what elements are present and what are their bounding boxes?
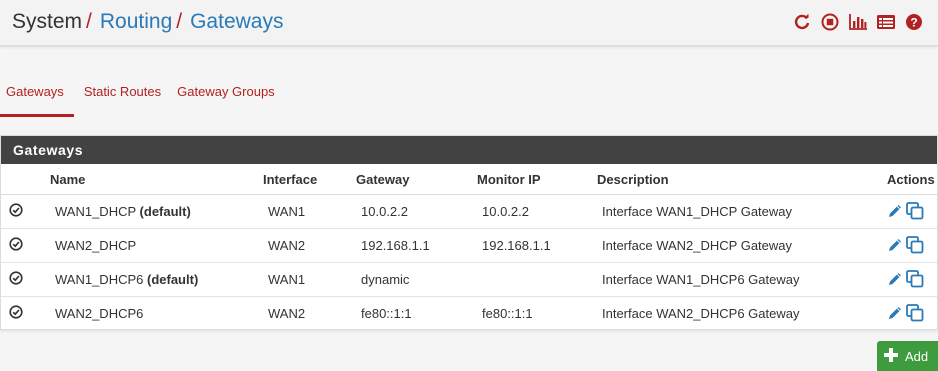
column-header-interface[interactable]: Interface bbox=[263, 164, 356, 195]
table-row: WAN1_DHCP (default) WAN1 10.0.2.2 10.0.2… bbox=[1, 194, 937, 229]
edit-pencil-icon[interactable] bbox=[887, 305, 903, 321]
check-circle-icon bbox=[9, 203, 23, 220]
gateways-table: Name Interface Gateway Monitor IP Descri… bbox=[1, 164, 937, 330]
check-circle-icon bbox=[9, 271, 23, 288]
gateways-panel: Gateways Name Interface Gateway Monitor … bbox=[0, 135, 938, 330]
check-circle-icon bbox=[9, 305, 23, 322]
cell-monitor-ip: 10.0.2.2 bbox=[477, 194, 597, 229]
gateway-name: WAN1_DHCP bbox=[55, 204, 136, 219]
cell-name: WAN1_DHCP6 (default) bbox=[50, 262, 263, 297]
copy-icon[interactable] bbox=[905, 235, 925, 255]
breadcrumb: System / Routing / Gateways bbox=[12, 8, 283, 36]
reload-icon[interactable] bbox=[792, 12, 812, 32]
copy-icon[interactable] bbox=[905, 303, 925, 323]
add-button[interactable]: Add bbox=[877, 341, 938, 371]
cell-name: WAN2_DHCP6 bbox=[50, 297, 263, 331]
stop-icon[interactable] bbox=[820, 12, 840, 32]
add-button-label: Add bbox=[905, 348, 929, 364]
list-icon[interactable] bbox=[876, 12, 896, 32]
column-header-gateway[interactable]: Gateway bbox=[356, 164, 477, 195]
status-cell bbox=[1, 194, 50, 229]
cell-interface: WAN1 bbox=[263, 262, 356, 297]
gateway-name: WAN2_DHCP6 bbox=[55, 306, 144, 321]
cell-monitor-ip: 192.168.1.1 bbox=[477, 228, 597, 263]
breadcrumb-system: System bbox=[12, 10, 83, 33]
column-header-status bbox=[1, 164, 50, 195]
breadcrumb-separator: / bbox=[86, 10, 92, 33]
edit-pencil-icon[interactable] bbox=[887, 271, 903, 287]
table-row: WAN1_DHCP6 (default) WAN1 dynamic Interf… bbox=[1, 262, 937, 297]
cell-gateway: 10.0.2.2 bbox=[356, 194, 477, 229]
cell-gateway: dynamic bbox=[356, 262, 477, 297]
help-icon[interactable]: ? bbox=[904, 12, 924, 32]
tab-bar: Gateways Static Routes Gateway Groups bbox=[0, 78, 285, 117]
copy-icon[interactable] bbox=[905, 269, 925, 289]
cell-gateway: fe80::1:1 bbox=[361, 306, 412, 321]
column-header-name[interactable]: Name bbox=[50, 164, 263, 195]
status-cell bbox=[1, 228, 50, 263]
header-icons: ? bbox=[792, 12, 924, 32]
check-circle-icon bbox=[9, 237, 23, 254]
cell-actions bbox=[887, 297, 937, 331]
page-header: System / Routing / Gateways ? bbox=[0, 0, 938, 46]
edit-pencil-icon[interactable] bbox=[887, 237, 903, 253]
column-header-monitor-ip[interactable]: Monitor IP bbox=[477, 164, 597, 195]
tab-static-routes[interactable]: Static Routes bbox=[78, 78, 171, 114]
cell-actions bbox=[887, 228, 937, 263]
cell-interface: WAN1 bbox=[263, 194, 356, 229]
cell-name: WAN1_DHCP (default) bbox=[50, 194, 263, 229]
bar-chart-icon[interactable] bbox=[848, 12, 868, 32]
cell-interface: WAN2 bbox=[263, 228, 356, 263]
breadcrumb-routing[interactable]: Routing bbox=[100, 10, 172, 33]
svg-text:?: ? bbox=[910, 16, 917, 30]
cell-description: Interface WAN2_DHCP Gateway bbox=[597, 228, 887, 263]
cell-monitor-ip: fe80::1:1 bbox=[482, 306, 533, 321]
cell-actions bbox=[887, 194, 937, 229]
tab-gateway-groups[interactable]: Gateway Groups bbox=[171, 78, 285, 114]
status-cell bbox=[1, 262, 50, 297]
gateway-name: WAN2_DHCP bbox=[55, 238, 137, 253]
table-row: WAN2_DHCP WAN2 192.168.1.1 192.168.1.1 I… bbox=[1, 228, 937, 263]
breadcrumb-gateways[interactable]: Gateways bbox=[190, 10, 283, 33]
column-header-description[interactable]: Description bbox=[597, 164, 887, 195]
cell-description: Interface WAN2_DHCP6 Gateway bbox=[602, 306, 800, 321]
cell-monitor-ip bbox=[477, 262, 597, 297]
cell-interface: WAN2 bbox=[268, 306, 306, 321]
cell-name: WAN2_DHCP bbox=[50, 228, 263, 263]
column-header-actions: Actions bbox=[887, 164, 937, 195]
plus-icon bbox=[883, 347, 899, 366]
default-flag: (default) bbox=[147, 272, 199, 287]
tab-gateways[interactable]: Gateways bbox=[0, 78, 74, 117]
table-header-row: Name Interface Gateway Monitor IP Descri… bbox=[1, 164, 937, 195]
default-flag: (default) bbox=[139, 204, 191, 219]
panel-title: Gateways bbox=[1, 136, 937, 164]
breadcrumb-separator: / bbox=[176, 10, 183, 33]
cell-description: Interface WAN1_DHCP6 Gateway bbox=[597, 262, 887, 297]
cell-description: Interface WAN1_DHCP Gateway bbox=[597, 194, 887, 229]
copy-icon[interactable] bbox=[905, 201, 925, 221]
table-row: WAN2_DHCP6 WAN2 fe80::1:1 fe80::1:1 Inte… bbox=[1, 297, 937, 331]
cell-gateway: 192.168.1.1 bbox=[356, 228, 477, 263]
status-cell bbox=[1, 297, 50, 331]
gateway-name: WAN1_DHCP6 bbox=[55, 272, 144, 287]
edit-pencil-icon[interactable] bbox=[887, 203, 903, 219]
cell-actions bbox=[887, 262, 937, 297]
